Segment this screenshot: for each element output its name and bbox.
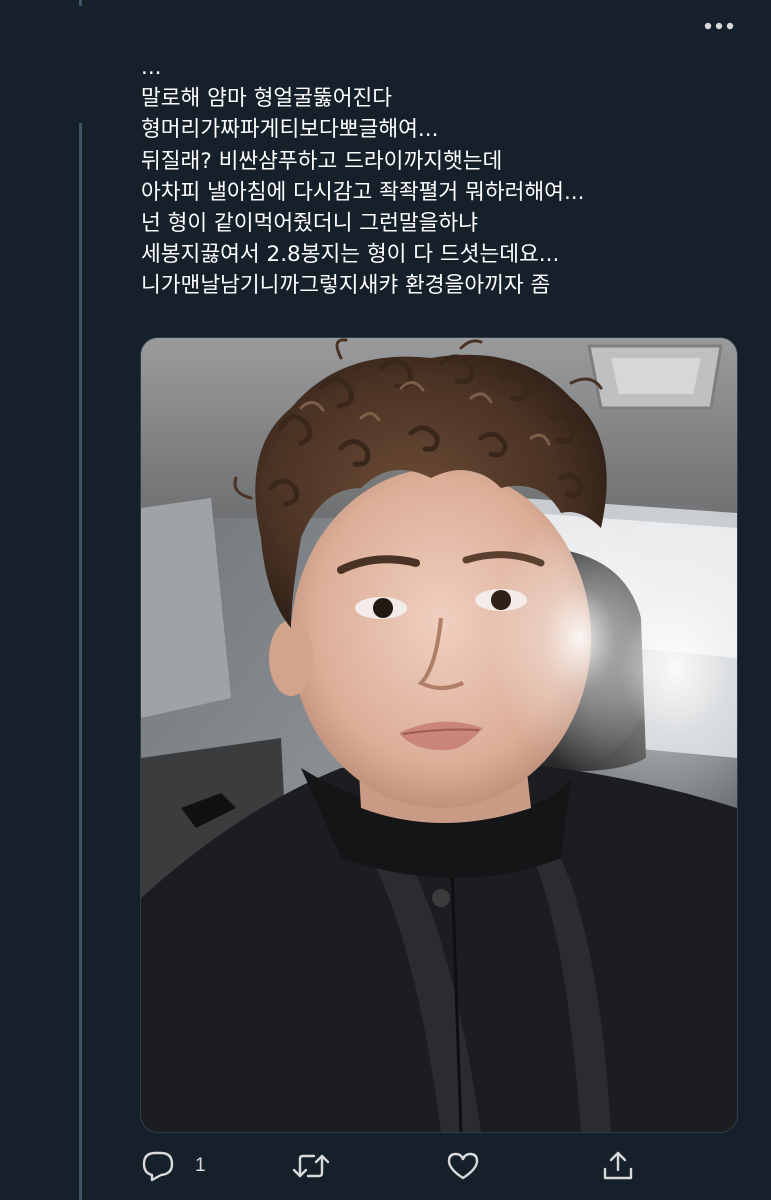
tweet-line: 형머리가짜파게티보다뽀글해여... (141, 117, 439, 143)
tweet-actions: 1 (141, 1148, 661, 1184)
tweet-line: 아차피 낼아침에 다시감고 좍좍펼거 뭐하러해여... (141, 179, 585, 205)
more-horizontal-icon (704, 22, 734, 30)
tweet-photo[interactable] (140, 337, 738, 1133)
tweet-line: 니가맨날남기니까그렇지새캬 환경을아끼자 좀 (141, 273, 551, 299)
tweet-text: ... 말로해 얌마 형얼굴뚫어진다 형머리가짜파게티보다뽀글해여... 뒤질래… (141, 52, 741, 302)
reply-icon (141, 1150, 175, 1182)
selfie-photo-illustration (141, 338, 737, 1132)
share-button[interactable] (601, 1148, 635, 1184)
more-options-button[interactable] (703, 14, 735, 38)
tweet-line: 세봉지끓여서 2.8봉지는 형이 다 드셧는데요... (141, 242, 560, 268)
tweet-line: 말로해 얌마 형얼굴뚫어진다 (141, 86, 393, 112)
like-button[interactable] (446, 1148, 480, 1184)
thread-line (79, 123, 82, 1200)
tweet-line: 뒤질래? 비싼샴푸하고 드라이까지햇는데 (141, 148, 503, 174)
reply-button[interactable]: 1 (141, 1148, 206, 1184)
retweet-button[interactable] (291, 1148, 331, 1184)
retweet-icon (291, 1150, 331, 1182)
tweet-line: ... (141, 55, 162, 80)
reply-count: 1 (195, 1155, 206, 1176)
tweet-line: 넌 형이 같이먹어줬더니 그런말을하냐 (141, 210, 478, 236)
thread-line-top (79, 0, 82, 6)
heart-icon (446, 1150, 480, 1182)
share-icon (601, 1150, 635, 1182)
